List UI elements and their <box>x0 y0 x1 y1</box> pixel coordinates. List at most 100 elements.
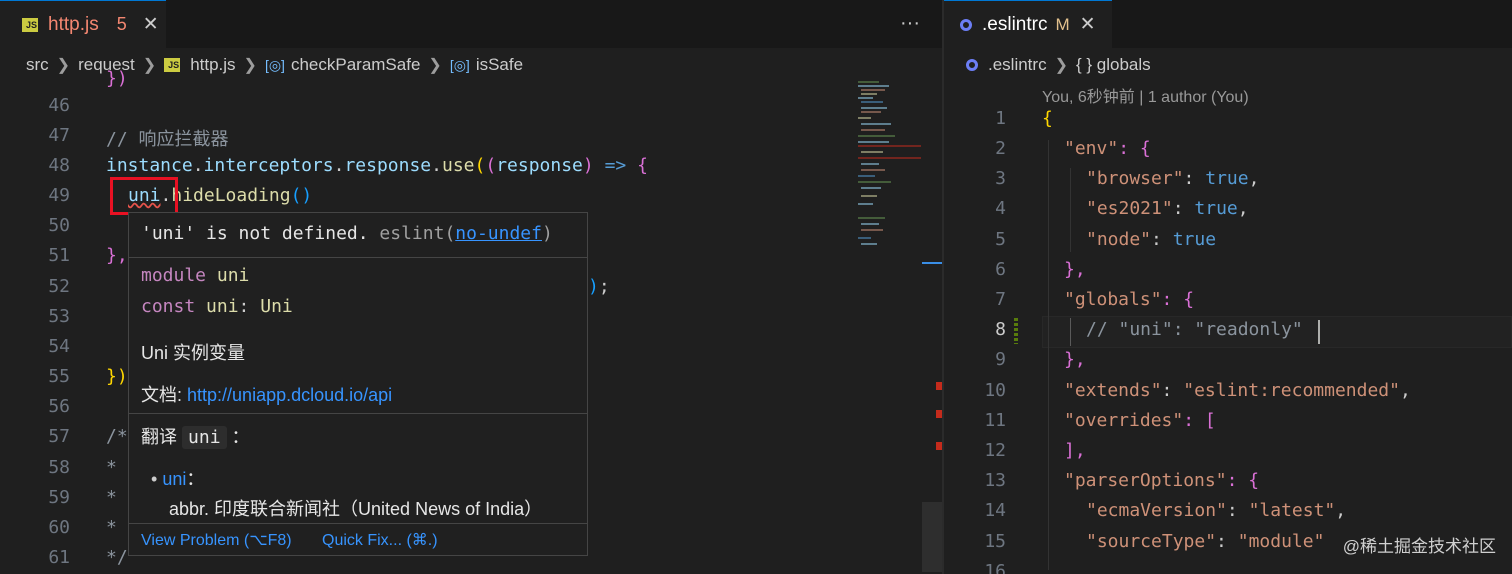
line-number: 6 <box>995 259 1006 280</box>
code-line-58: * <box>106 457 117 478</box>
line-number: 1 <box>995 108 1006 129</box>
minimap[interactable] <box>855 78 925 268</box>
json-line-14: "ecmaVersion": "latest", <box>1086 500 1347 521</box>
breadcrumb-item-http-js[interactable]: http.js <box>190 55 235 75</box>
json-line-8: // "uni": "readonly" <box>1086 319 1303 340</box>
eslint-config-icon <box>966 59 978 71</box>
close-icon[interactable]: ✕ <box>1080 13 1096 36</box>
line-number: 47 <box>48 125 70 146</box>
text-cursor <box>1318 320 1320 344</box>
code-line-61: */ <box>106 547 128 568</box>
code-line-47: // 响应拦截器 <box>106 129 229 150</box>
line-number: 61 <box>48 547 70 568</box>
divider <box>129 413 587 414</box>
line-number: 2 <box>995 138 1006 159</box>
hover-doc-line: 文档: http://uniapp.dcloud.io/api <box>141 385 393 405</box>
right-tab-bar: .eslintrc M ✕ <box>944 0 1512 48</box>
line-number: 59 <box>48 487 70 508</box>
line-number: 57 <box>48 426 70 447</box>
json-line-7: "globals": { <box>1064 289 1195 310</box>
close-icon[interactable]: ✕ <box>143 13 159 36</box>
line-number: 3 <box>995 168 1006 189</box>
json-line-6: }, <box>1064 259 1086 280</box>
line-number: 5 <box>995 229 1006 250</box>
view-problem-action[interactable]: View Problem (⌥F8) <box>141 530 292 550</box>
scroll-thumb[interactable] <box>922 502 942 572</box>
line-number: 7 <box>995 289 1006 310</box>
hover-declaration-const: const uni: Uni <box>141 296 293 317</box>
json-line-1: { <box>1042 108 1053 129</box>
line-number: 56 <box>48 396 70 417</box>
code-line-57: /* <box>106 426 128 447</box>
line-number: 16 <box>984 561 1006 574</box>
hover-declaration-module: module uni <box>141 265 250 286</box>
breadcrumb-item-checkparamsafe[interactable]: checkParamSafe <box>291 55 420 75</box>
codelens-blame[interactable]: You, 6秒钟前 | 1 author (You) <box>1042 83 1249 107</box>
doc-link[interactable]: http://uniapp.dcloud.io/api <box>187 385 392 405</box>
js-file-icon: JS <box>22 17 38 32</box>
code-line-52-tail: ); <box>588 276 610 297</box>
annotation-highlight-box <box>110 177 178 215</box>
vertical-scrollbar[interactable] <box>922 78 942 574</box>
indent-guide <box>1070 168 1071 252</box>
code-line-48: instance.interceptors.response.use((resp… <box>106 155 648 176</box>
left-editor-group: JS http.js 5 ✕ ··· src ❯ request ❯ JS ht… <box>0 0 942 574</box>
error-message: 'uni' is not defined. <box>141 223 369 244</box>
quick-fix-action[interactable]: Quick Fix... (⌘.) <box>322 530 438 550</box>
json-line-12: ], <box>1064 440 1086 461</box>
json-line-13: "parserOptions": { <box>1064 470 1260 491</box>
line-number: 15 <box>984 531 1006 552</box>
hover-translate-definition: abbr. 印度联合新闻社（United News of India） <box>169 499 543 519</box>
watermark: @稀土掘金技术社区 <box>1342 537 1496 556</box>
line-number: 14 <box>984 500 1006 521</box>
line-number: 48 <box>48 155 70 176</box>
json-line-10: "extends": "eslint:recommended", <box>1064 380 1411 401</box>
json-line-15: "sourceType": "module" <box>1086 531 1325 552</box>
modified-badge: M <box>1055 14 1070 34</box>
more-actions-icon[interactable]: ··· <box>900 12 920 35</box>
breadcrumb-item-globals[interactable]: { } globals <box>1076 55 1151 75</box>
line-number: 53 <box>48 306 70 327</box>
hover-translate-entry: • uni： <box>151 469 205 489</box>
json-line-5: "node": true <box>1086 229 1217 250</box>
breadcrumb-item-eslintrc[interactable]: .eslintrc <box>988 55 1047 75</box>
scroll-position-marker <box>922 262 942 264</box>
line-number: 50 <box>48 215 70 236</box>
js-file-icon: JS <box>164 58 181 72</box>
hover-tooltip: 'uni' is not defined. eslint(no-undef) m… <box>128 212 588 556</box>
problems-count-badge: 5 <box>116 14 127 34</box>
line-number: 9 <box>995 349 1006 370</box>
tab-title: http.js <box>48 13 99 35</box>
breadcrumb-item-issafe[interactable]: isSafe <box>476 55 523 75</box>
chevron-right-icon: ❯ <box>243 57 257 74</box>
hover-error-line: 'uni' is not defined. eslint(no-undef) <box>141 223 553 244</box>
breadcrumb: .eslintrc ❯ { } globals <box>966 52 1151 78</box>
rule-link[interactable]: no-undef <box>455 223 542 244</box>
eslint-config-icon <box>960 18 972 31</box>
line-number: 51 <box>48 245 70 266</box>
chevron-right-icon: ❯ <box>428 57 442 74</box>
chevron-right-icon: ❯ <box>1054 57 1068 74</box>
code-line-55: }) <box>106 366 128 387</box>
line-number: 52 <box>48 276 70 297</box>
json-line-2: "env": { <box>1064 138 1151 159</box>
chevron-right-icon: ❯ <box>142 57 157 74</box>
line-number: 58 <box>48 457 70 478</box>
line-number: 13 <box>984 470 1006 491</box>
hover-translate-line: 翻译 uni ： <box>141 426 250 449</box>
json-line-11: "overrides": [ <box>1064 410 1216 431</box>
code-line-60: * <box>106 517 117 538</box>
symbol-variable-icon: [◎] <box>264 56 285 73</box>
hover-description: Uni 实例变量 <box>141 343 246 363</box>
code-line-51: }, <box>106 245 128 266</box>
line-number: 46 <box>48 95 70 116</box>
line-number: 49 <box>48 185 70 206</box>
translate-entry-word[interactable]: uni <box>162 469 186 489</box>
breadcrumb-item-src[interactable]: src <box>26 55 49 75</box>
json-line-4: "es2021": true, <box>1086 198 1249 219</box>
line-number: 60 <box>48 517 70 538</box>
tab-eslintrc[interactable]: .eslintrc M ✕ <box>944 0 1112 48</box>
tab-http-js[interactable]: JS http.js 5 ✕ <box>0 0 166 48</box>
chevron-right-icon: ❯ <box>56 57 71 74</box>
json-line-3: "browser": true, <box>1086 168 1260 189</box>
